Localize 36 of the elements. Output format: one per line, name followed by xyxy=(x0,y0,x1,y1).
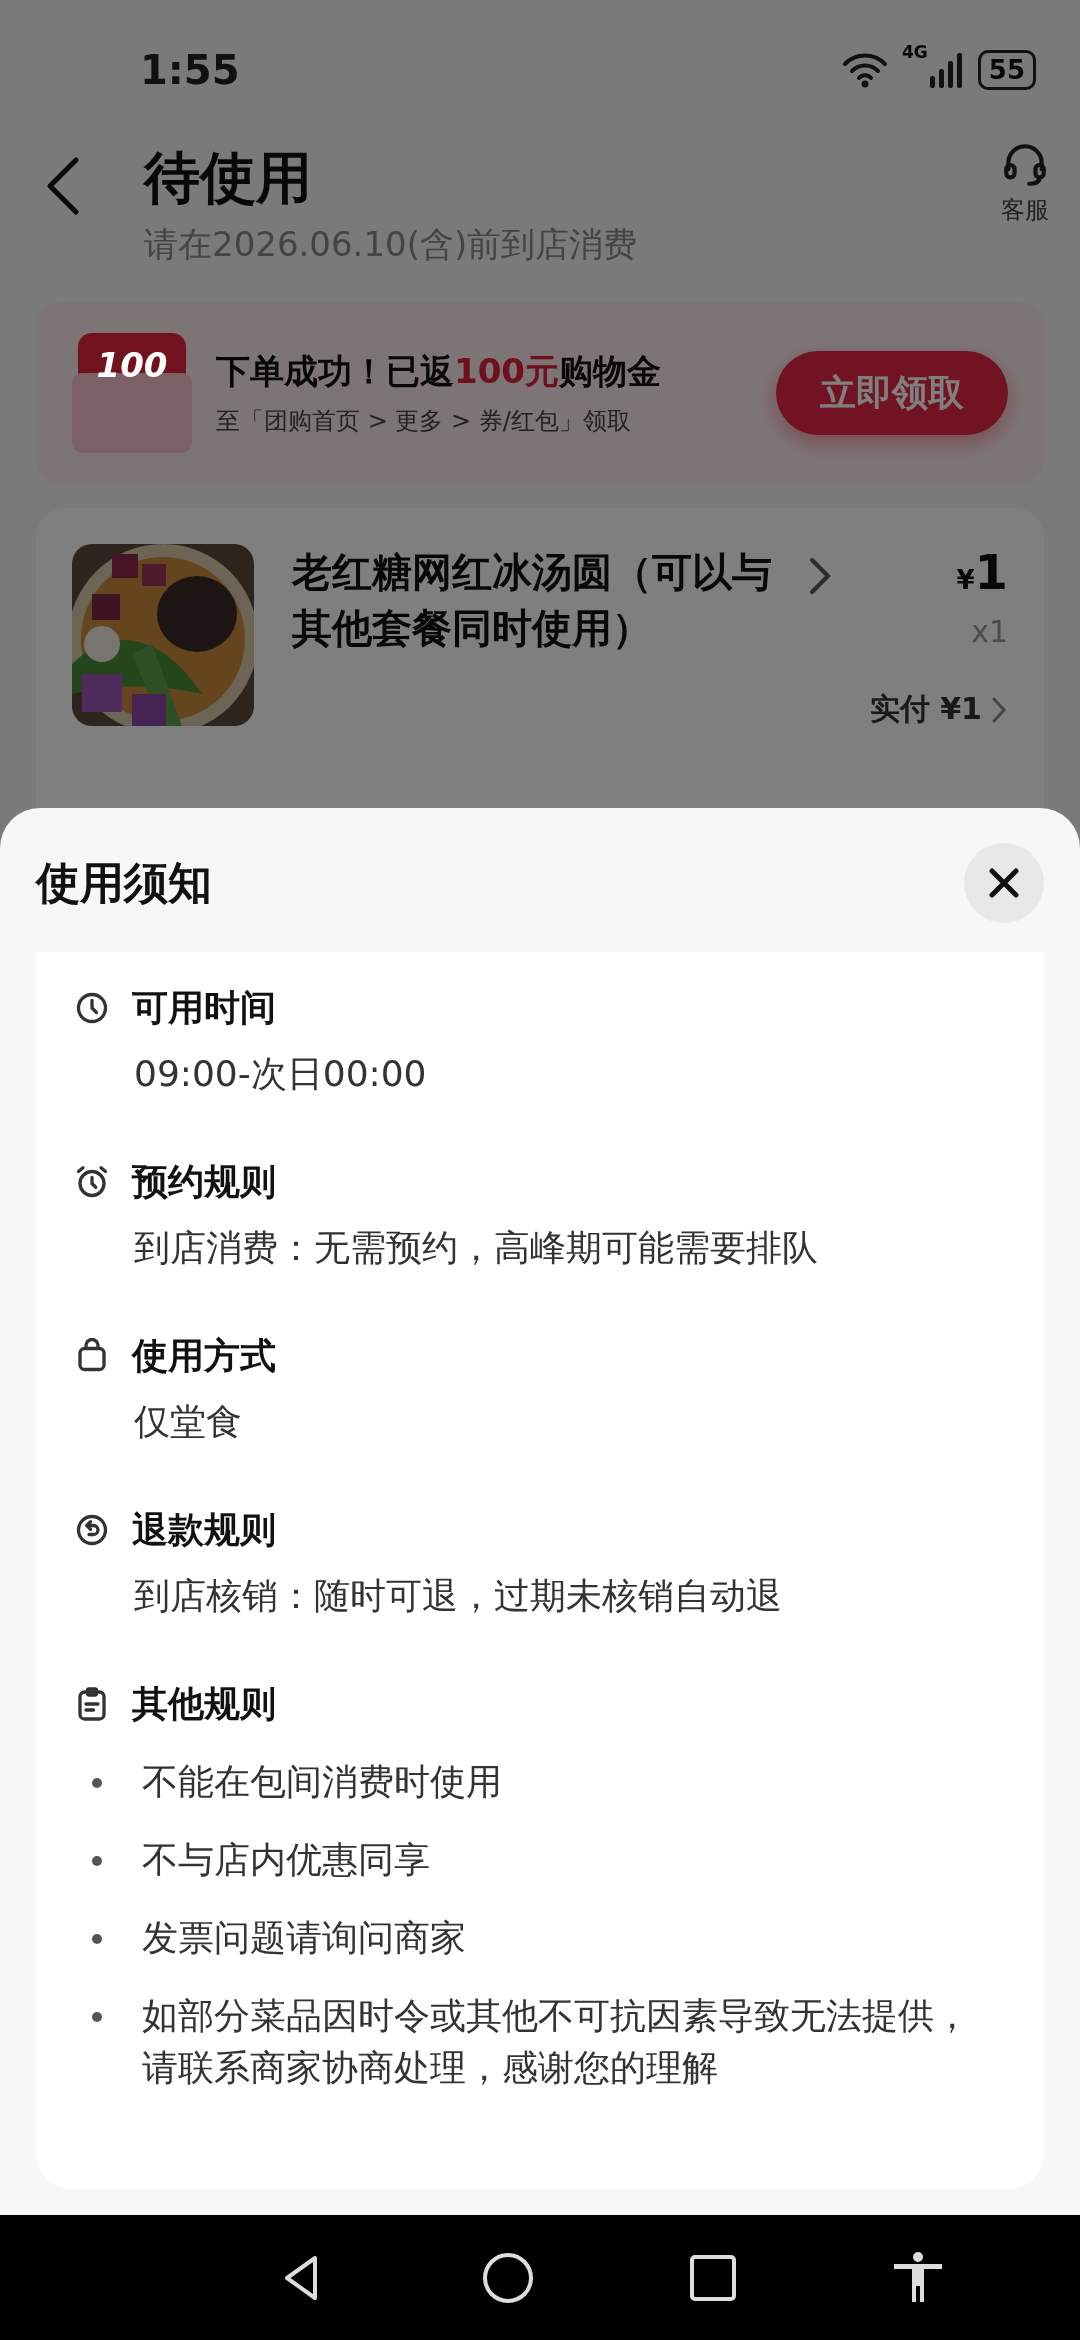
section-title: 使用方式 xyxy=(132,1333,276,1378)
claim-button[interactable]: 立即领取 xyxy=(776,351,1008,435)
sheet-title: 使用须知 xyxy=(36,855,212,910)
wifi-icon xyxy=(842,52,888,88)
product-name: 老红糖网红冰汤圆（可以与其他套餐同时使用） xyxy=(292,548,773,653)
network-label: 4G xyxy=(902,42,928,62)
bullet-dot xyxy=(92,1934,102,1944)
rule-text: 不能在包间消费时使用 xyxy=(142,1760,502,1804)
rule-text: 如部分菜品因时令或其他不可抗因素导致无法提供，请联系商家协商处理，感谢您的理解 xyxy=(142,1994,971,2090)
section-title: 退款规则 xyxy=(132,1507,276,1552)
section-text: 09:00-次日00:00 xyxy=(134,1052,428,1096)
clock-icon xyxy=(74,990,110,1026)
section-text: 仅堂食 xyxy=(134,1400,243,1444)
section-title: 预约规则 xyxy=(132,1159,276,1204)
currency-sign: ¥ xyxy=(956,565,975,595)
section-title: 可用时间 xyxy=(132,985,276,1030)
section-text: 到店消费：无需预约，高峰期可能需要排队 xyxy=(134,1226,819,1270)
bullet-dot xyxy=(92,1856,102,1866)
section-title: 其他规则 xyxy=(132,1681,276,1726)
service-label[interactable]: 客服 xyxy=(1001,194,1049,226)
battery-level: 55 xyxy=(977,50,1036,90)
section-text: 到店核销：随时可退，过期未核销自动退 xyxy=(134,1574,783,1618)
reward-hint: 至「团购首页 > 更多 > 券/红包」领取 xyxy=(216,406,632,437)
close-icon[interactable] xyxy=(987,866,1021,900)
alarm-clock-icon xyxy=(74,1164,110,1200)
page-title: 待使用 xyxy=(144,144,313,212)
signal-icon xyxy=(929,52,964,88)
bullet-dot xyxy=(92,1778,102,1788)
paid-amount: 实付 ¥1 xyxy=(869,690,982,728)
bullet-dot xyxy=(92,2012,102,2022)
status-time: 1:55 xyxy=(140,47,241,93)
refund-icon xyxy=(74,1512,110,1548)
rule-text: 不与店内优惠同享 xyxy=(142,1838,430,1882)
product-price: 1 xyxy=(974,544,1008,600)
reward-title: 下单成功！已返100元购物金 xyxy=(216,350,662,393)
rule-text: 发票问题请询问商家 xyxy=(142,1916,466,1960)
